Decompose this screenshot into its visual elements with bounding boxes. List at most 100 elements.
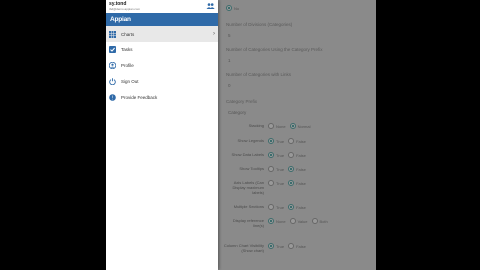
radio-group: True False: [268, 152, 306, 158]
radio-dot: [288, 180, 295, 186]
account-header: sy.tond tbd@demo.appian.com: [106, 0, 218, 13]
radio-option[interactable]: False: [288, 138, 306, 144]
radio-group: True False: [268, 138, 306, 144]
menu-item-label: Sign Out: [121, 78, 139, 84]
field-label: Show Tooltips: [239, 166, 264, 171]
radio-label: Both: [319, 218, 328, 224]
radio-label: True: [276, 152, 285, 158]
radio-group: True False: [268, 166, 306, 172]
radio-option[interactable]: None: [268, 123, 286, 129]
num-cat-label: Number of Categories Using the Category …: [226, 47, 323, 52]
radio-dot: [268, 243, 274, 249]
person-icon: [109, 61, 116, 69]
radio-group: None Normal: [268, 123, 310, 129]
brand-bar: Appian: [106, 13, 218, 26]
field-label: Show Data Labels: [231, 152, 264, 157]
menu-item-label: Charts: [121, 31, 135, 37]
radio-label: False: [296, 166, 306, 172]
account-switch-icon[interactable]: [206, 3, 215, 9]
radio-label: True: [276, 166, 285, 172]
radio-option[interactable]: True: [268, 204, 284, 210]
user-email: tbd@demo.appian.com: [109, 7, 141, 11]
menu-item-label: Provide Feedback: [121, 94, 158, 100]
radio-dot: [268, 204, 274, 210]
radio-option[interactable]: Normal: [289, 123, 311, 129]
menu-item-feedback[interactable]: ! Provide Feedback: [106, 89, 218, 105]
radio-label: True: [276, 243, 285, 249]
power-icon: [109, 77, 116, 85]
appian-logo: Appian: [110, 16, 131, 23]
radio-option[interactable]: None: [268, 218, 286, 224]
field-label: Column Chart Visibility (Show chart): [223, 243, 264, 253]
radio-group: True False: [268, 180, 306, 186]
radio-option[interactable]: No: [226, 5, 239, 11]
grid-icon: [109, 30, 116, 38]
radio-option[interactable]: Both: [311, 218, 328, 224]
radio-option[interactable]: False: [288, 166, 306, 172]
radio-label: False: [296, 152, 306, 158]
radio-option[interactable]: False: [288, 180, 306, 186]
radio-label: True: [276, 180, 285, 186]
num-cat-input[interactable]: 1: [228, 58, 231, 63]
menu-item-profile[interactable]: Profile: [106, 57, 218, 73]
field-label: Axis Labels (Can Display maximum labels): [232, 180, 264, 195]
radio-option[interactable]: True: [268, 138, 284, 144]
num-cat-links-input[interactable]: 0: [228, 83, 231, 88]
radio-option[interactable]: False: [288, 204, 306, 210]
radio-dot: [268, 166, 274, 172]
radio-option[interactable]: False: [288, 152, 306, 158]
radio-option[interactable]: True: [268, 152, 284, 158]
field-label: Multiple Sections: [233, 204, 264, 209]
radio-dot: [289, 218, 296, 224]
radio-option[interactable]: False: [288, 243, 306, 249]
svg-text:!: !: [112, 95, 113, 101]
radio-dot: [288, 204, 295, 210]
radio-label: Normal: [297, 123, 311, 129]
radio-dot: [288, 138, 295, 144]
menu-item-charts[interactable]: Charts ›: [106, 26, 218, 42]
radio-label: None: [276, 218, 286, 224]
radio-label: False: [296, 243, 306, 249]
radio-label: Value: [297, 218, 308, 224]
radio-dot: [268, 180, 274, 186]
feedback-icon: !: [109, 93, 116, 101]
radio-label: True: [276, 204, 285, 210]
radio-dot: [288, 152, 295, 158]
radio-group: None Value Both: [268, 218, 328, 224]
radio-option[interactable]: True: [268, 243, 284, 249]
radio-label: False: [296, 204, 306, 210]
phone-screen: No Number of Divisions (Categories) 5 Nu…: [106, 0, 376, 270]
radio-dot: [289, 123, 296, 129]
radio-option[interactable]: True: [268, 180, 284, 186]
menu-item-tasks[interactable]: Tasks: [106, 41, 218, 57]
menu-item-label: Tasks: [121, 46, 133, 52]
radio-dot: [268, 152, 274, 158]
radio-option[interactable]: Value: [289, 218, 308, 224]
radio-option[interactable]: True: [268, 166, 284, 172]
radio-label: No: [234, 5, 240, 11]
radio-label: None: [276, 123, 286, 129]
radio-dot: [268, 218, 274, 224]
navigation-drawer: sy.tond tbd@demo.appian.com Appian Chart…: [106, 0, 218, 270]
num-divisions-input[interactable]: 5: [228, 33, 231, 38]
checkbox-icon: [109, 45, 116, 53]
radio-group: True False: [268, 204, 306, 210]
radio-label: False: [296, 180, 306, 186]
field-label: Display reference line(s): [232, 218, 264, 228]
radio-label: False: [296, 138, 306, 144]
radio-dot: [311, 218, 318, 224]
top-option-row: No: [226, 5, 239, 11]
field-label: Stacking: [248, 123, 264, 128]
prefix-input[interactable]: Category: [228, 110, 246, 115]
radio-dot: [288, 243, 295, 249]
menu-item-signout[interactable]: Sign Out: [106, 73, 218, 89]
num-divisions-label: Number of Divisions (Categories): [226, 22, 293, 27]
num-cat-links-label: Number of Categories with Links: [226, 72, 292, 77]
chart-config-form: No Number of Divisions (Categories) 5 Nu…: [218, 0, 376, 270]
radio-dot: [288, 166, 295, 172]
chevron-right-icon: ›: [213, 31, 215, 37]
field-label: Show Legends: [237, 138, 264, 143]
radio-label: True: [276, 138, 285, 144]
radio-group: True False: [268, 243, 306, 249]
radio-dot: [226, 5, 232, 11]
